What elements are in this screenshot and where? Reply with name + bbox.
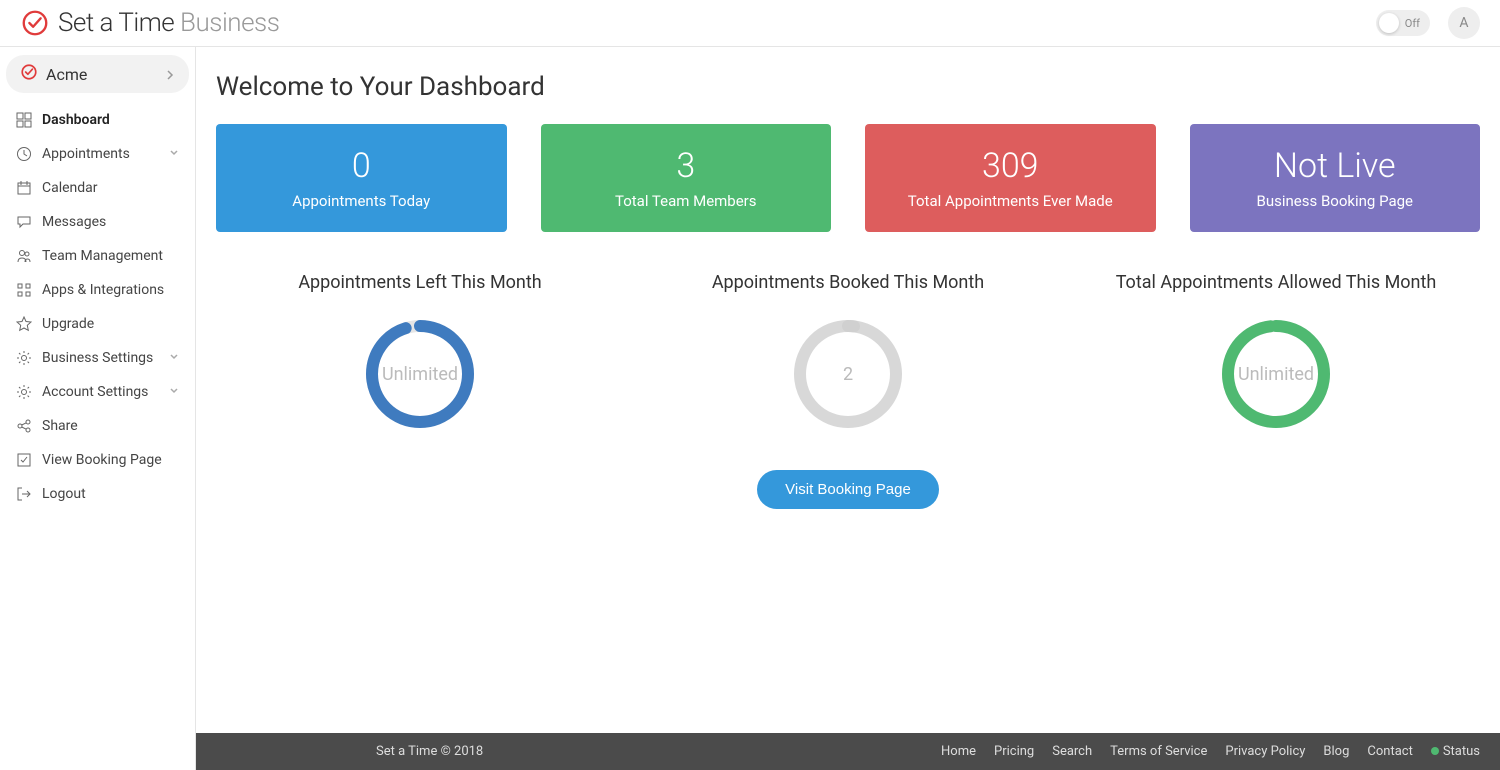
clock-icon bbox=[16, 146, 32, 162]
footer-link-home[interactable]: Home bbox=[941, 744, 976, 759]
toggle-label: Off bbox=[1405, 17, 1420, 30]
footer: Set a Time © 2018 Home Pricing Search Terms… bbox=[196, 733, 1500, 770]
footer-copyright: Set a Time © 2018 bbox=[376, 744, 483, 759]
avatar[interactable]: A bbox=[1448, 7, 1480, 39]
logout-icon bbox=[16, 486, 32, 502]
footer-link-search[interactable]: Search bbox=[1052, 744, 1092, 759]
stat-value: 309 bbox=[875, 146, 1146, 186]
gauge-value: Unlimited bbox=[1220, 318, 1332, 430]
nav-item-messages[interactable]: Messages bbox=[6, 205, 189, 239]
clock-check-icon bbox=[20, 63, 38, 85]
footer-link-blog[interactable]: Blog bbox=[1323, 744, 1349, 759]
nav-item-share[interactable]: Share bbox=[6, 409, 189, 443]
footer-link-pricing[interactable]: Pricing bbox=[994, 744, 1034, 759]
gauge: Total Appointments Allowed This Month Unl… bbox=[1072, 272, 1480, 430]
nav-item-account-settings[interactable]: Account Settings bbox=[6, 375, 189, 409]
stat-card[interactable]: 309 Total Appointments Ever Made bbox=[865, 124, 1156, 232]
gear-icon bbox=[16, 350, 32, 366]
chat-icon bbox=[16, 214, 32, 230]
gear-icon bbox=[16, 384, 32, 400]
nav-item-logout[interactable]: Logout bbox=[6, 477, 189, 511]
nav-label: Dashboard bbox=[42, 112, 110, 128]
apps-icon bbox=[16, 282, 32, 298]
star-icon bbox=[16, 316, 32, 332]
gauge-ring: Unlimited bbox=[364, 318, 476, 430]
footer-link-privacy-policy[interactable]: Privacy Policy bbox=[1225, 744, 1305, 759]
org-selector[interactable]: Acme bbox=[6, 55, 189, 93]
gauge-title: Appointments Booked This Month bbox=[644, 272, 1052, 293]
footer-link-terms-of-service[interactable]: Terms of Service bbox=[1110, 744, 1207, 759]
stat-card[interactable]: Not Live Business Booking Page bbox=[1190, 124, 1481, 232]
app-header: Set a Time Business Off A bbox=[0, 0, 1500, 47]
calendar-icon bbox=[16, 180, 32, 196]
clock-check-icon bbox=[20, 8, 50, 38]
stat-card[interactable]: 0 Appointments Today bbox=[216, 124, 507, 232]
footer-status[interactable]: Status bbox=[1431, 744, 1480, 759]
nav-item-appointments[interactable]: Appointments bbox=[6, 137, 189, 171]
share-icon bbox=[16, 418, 32, 434]
nav-label: Team Management bbox=[42, 248, 163, 264]
logo[interactable]: Set a Time Business bbox=[20, 8, 279, 38]
nav-label: Account Settings bbox=[42, 384, 148, 400]
logo-text: Set a Time Business bbox=[58, 8, 279, 38]
status-dot-icon bbox=[1431, 747, 1439, 755]
nav-label: Upgrade bbox=[42, 316, 94, 332]
nav-item-team-management[interactable]: Team Management bbox=[6, 239, 189, 273]
nav-label: Business Settings bbox=[42, 350, 153, 366]
stat-label: Appointments Today bbox=[226, 192, 497, 210]
gauge-value: Unlimited bbox=[364, 318, 476, 430]
org-name: Acme bbox=[46, 65, 87, 84]
nav-label: Logout bbox=[42, 486, 86, 502]
nav-label: Appointments bbox=[42, 146, 130, 162]
stat-label: Business Booking Page bbox=[1200, 192, 1471, 210]
gauges-row: Appointments Left This MonthUnlimitedApp… bbox=[216, 272, 1480, 430]
nav-label: Calendar bbox=[42, 180, 98, 196]
gauge-title: Total Appointments Allowed This Month bbox=[1072, 272, 1480, 293]
stat-value: 0 bbox=[226, 146, 497, 186]
gauge: Appointments Left This Month Unlimited bbox=[216, 272, 624, 430]
checkbox-icon bbox=[16, 452, 32, 468]
nav-item-calendar[interactable]: Calendar bbox=[6, 171, 189, 205]
gauge-title: Appointments Left This Month bbox=[216, 272, 624, 293]
page-title: Welcome to Your Dashboard bbox=[216, 72, 1480, 102]
stat-label: Total Team Members bbox=[551, 192, 822, 210]
footer-link-contact[interactable]: Contact bbox=[1367, 744, 1412, 759]
nav-item-upgrade[interactable]: Upgrade bbox=[6, 307, 189, 341]
nav-label: Messages bbox=[42, 214, 106, 230]
stat-value: Not Live bbox=[1200, 146, 1471, 186]
nav-item-dashboard[interactable]: Dashboard bbox=[6, 103, 189, 137]
chevron-right-icon bbox=[165, 65, 175, 84]
nav-label: Share bbox=[42, 418, 78, 434]
gauge-ring: Unlimited bbox=[1220, 318, 1332, 430]
gauge-ring: 2 bbox=[792, 318, 904, 430]
sidebar: Acme Dashboard Appointments Calendar Messag… bbox=[0, 47, 196, 770]
stat-card[interactable]: 3 Total Team Members bbox=[541, 124, 832, 232]
stat-label: Total Appointments Ever Made bbox=[875, 192, 1146, 210]
visit-booking-button[interactable]: Visit Booking Page bbox=[757, 470, 939, 509]
nav-label: View Booking Page bbox=[42, 452, 162, 468]
nav-item-business-settings[interactable]: Business Settings bbox=[6, 341, 189, 375]
stat-value: 3 bbox=[551, 146, 822, 186]
avatar-initial: A bbox=[1459, 15, 1468, 31]
main-area: Welcome to Your Dashboard 0 Appointments … bbox=[196, 47, 1500, 770]
stat-cards-row: 0 Appointments Today 3 Total Team Members 30… bbox=[216, 124, 1480, 232]
nav-label: Apps & Integrations bbox=[42, 282, 164, 298]
gauge-value: 2 bbox=[792, 318, 904, 430]
team-icon bbox=[16, 248, 32, 264]
nav-item-view-booking-page[interactable]: View Booking Page bbox=[6, 443, 189, 477]
toggle-knob bbox=[1379, 13, 1399, 33]
gauge: Appointments Booked This Month 2 bbox=[644, 272, 1052, 430]
chevron-down-icon bbox=[169, 350, 179, 366]
chevron-down-icon bbox=[169, 384, 179, 400]
nav-item-apps-integrations[interactable]: Apps & Integrations bbox=[6, 273, 189, 307]
chevron-down-icon bbox=[169, 146, 179, 162]
dashboard-icon bbox=[16, 112, 32, 128]
live-toggle[interactable]: Off bbox=[1376, 10, 1430, 36]
